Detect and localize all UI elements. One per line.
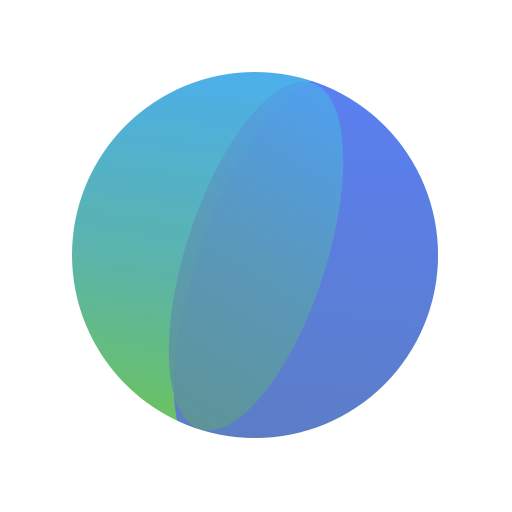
canvas: [0, 0, 512, 512]
sphere-logo-icon: [72, 72, 438, 438]
